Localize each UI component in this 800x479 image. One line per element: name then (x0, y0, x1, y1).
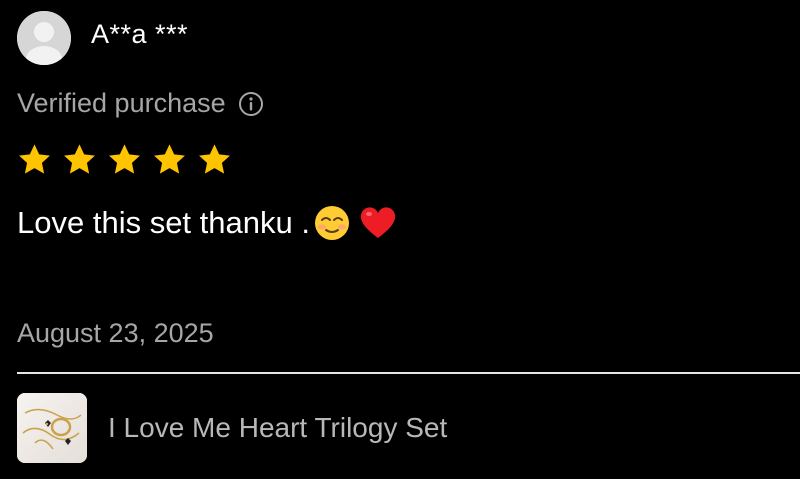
verified-purchase-label: Verified purchase (17, 88, 226, 118)
star-icon (199, 144, 230, 174)
product-thumbnail[interactable] (17, 393, 87, 463)
star-rating (17, 142, 242, 177)
product-link[interactable]: I Love Me Heart Trilogy Set (17, 393, 447, 463)
divider (17, 372, 800, 374)
review-date: August 23, 2025 (17, 318, 214, 348)
user-avatar-icon (17, 11, 71, 65)
review-card: A**a *** Verified purchase Love this set… (0, 0, 800, 479)
product-name[interactable]: I Love Me Heart Trilogy Set (108, 412, 447, 444)
info-icon[interactable] (238, 91, 264, 117)
review-header: A**a *** (17, 11, 188, 65)
jewelry-thumbnail-icon (17, 393, 87, 463)
star-icon (154, 144, 185, 174)
review-comment-text: Love this set thanku . (17, 205, 310, 240)
review-comment: Love this set thanku . (17, 203, 398, 243)
verified-purchase: Verified purchase (17, 88, 264, 119)
reviewer-name[interactable]: A**a *** (91, 19, 188, 50)
red-heart-icon (358, 203, 398, 243)
star-icon (19, 144, 50, 174)
star-icon (109, 144, 140, 174)
smiling-face-icon (312, 203, 352, 243)
star-icon (64, 144, 95, 174)
avatar[interactable] (17, 11, 71, 65)
